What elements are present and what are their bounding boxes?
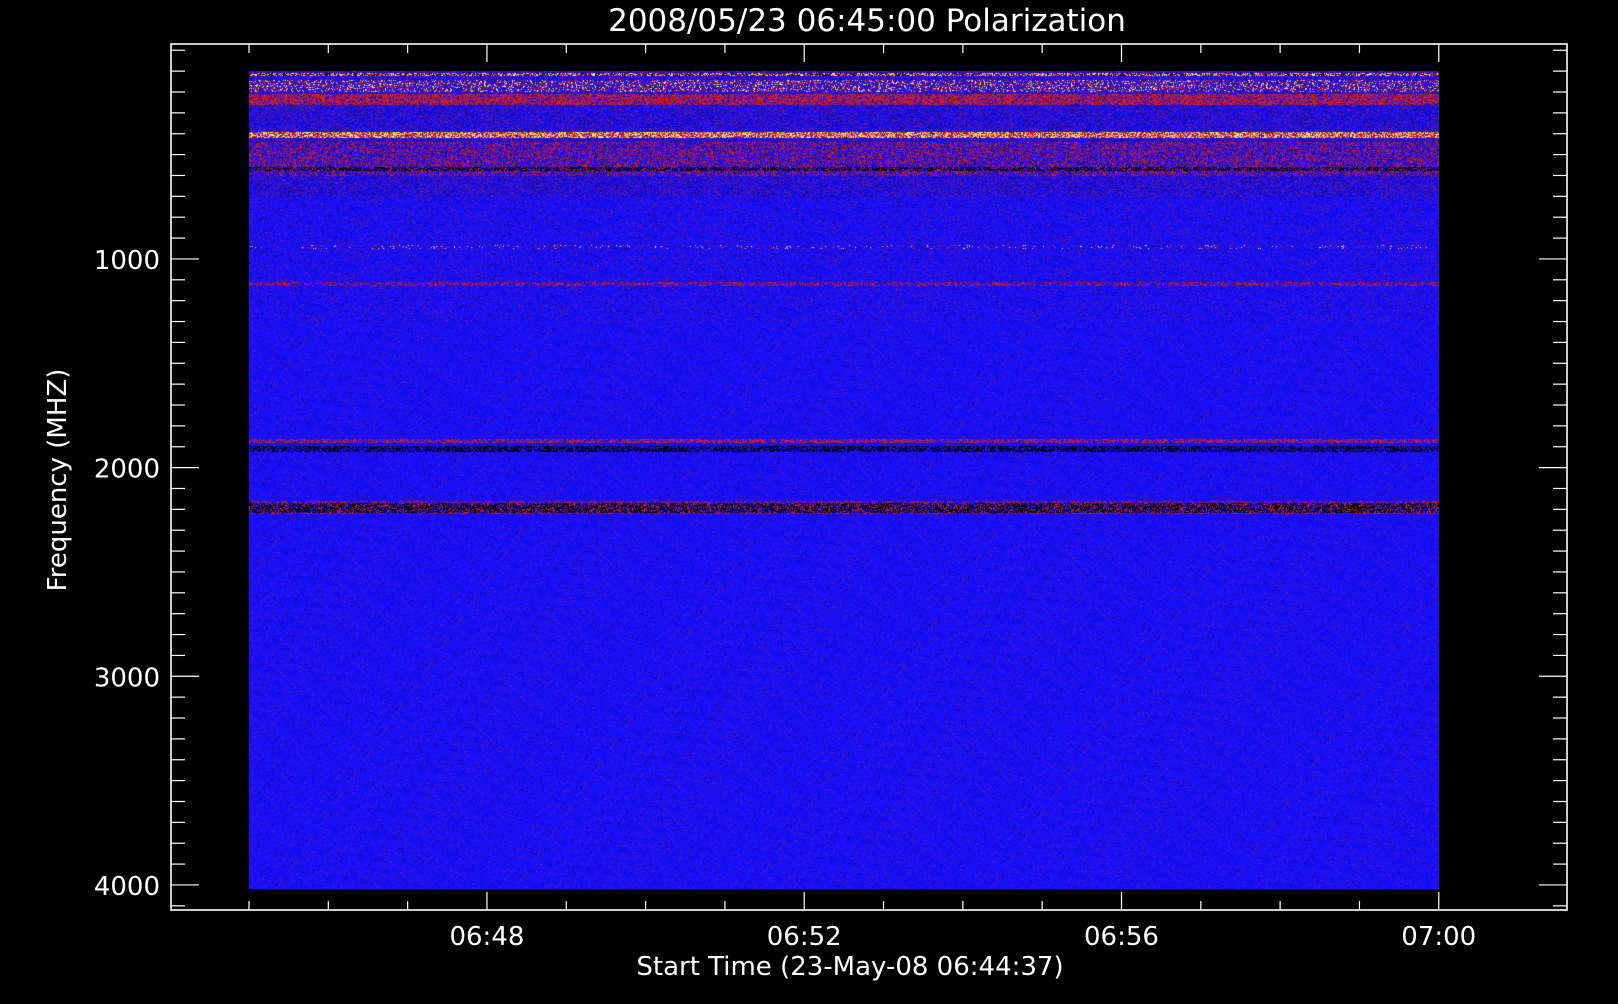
x-tick-label: 07:00 <box>1401 922 1476 952</box>
heatmap-image <box>248 71 1439 890</box>
x-axis-title: Start Time (23-May-08 06:44:37) <box>636 952 1063 982</box>
y-axis-title: Frequency (MHZ) <box>43 369 73 592</box>
x-tick-label: 06:56 <box>1084 922 1159 952</box>
y-tick-label: 1000 <box>94 246 160 276</box>
chart-title: 2008/05/23 06:45:00 Polarization <box>608 3 1126 39</box>
spectrogram-chart: 2008/05/23 06:45:00 Polarization 06:48 06… <box>0 0 1618 1000</box>
y-tick-label: 3000 <box>94 663 160 693</box>
x-tick-label: 06:52 <box>767 922 842 952</box>
x-tick-label: 06:48 <box>449 922 524 952</box>
chart-svg: 2008/05/23 06:45:00 Polarization 06:48 06… <box>0 0 1618 1000</box>
y-tick-label: 2000 <box>94 455 160 485</box>
y-tick-label: 4000 <box>94 872 160 902</box>
